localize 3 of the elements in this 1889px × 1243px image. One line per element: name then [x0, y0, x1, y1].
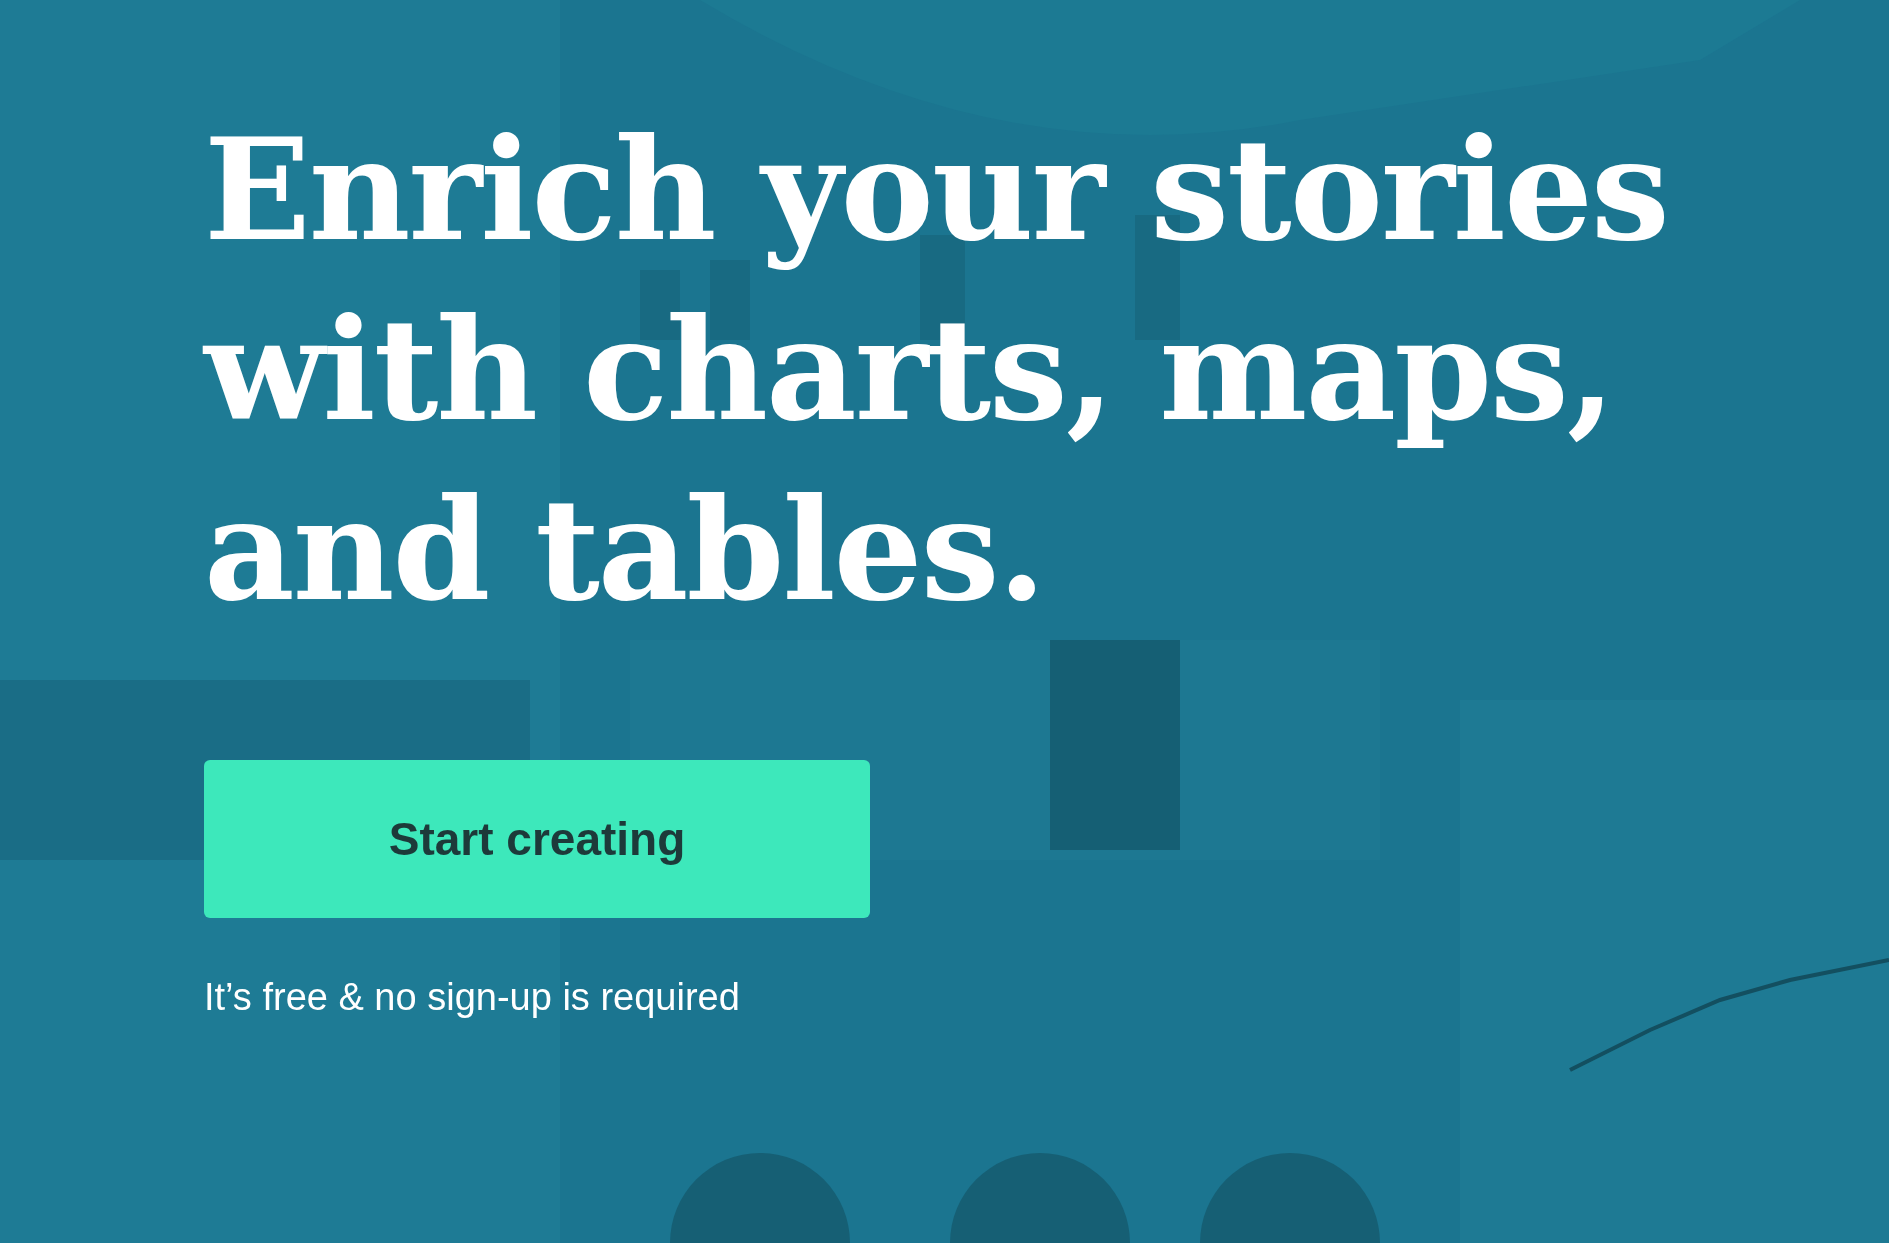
start-creating-button[interactable]: Start creating [204, 760, 870, 918]
headline: Enrich your stories with charts, maps, and tables. [204, 107, 1669, 634]
note-text: It’s free & no sign-up is required [204, 976, 740, 1019]
